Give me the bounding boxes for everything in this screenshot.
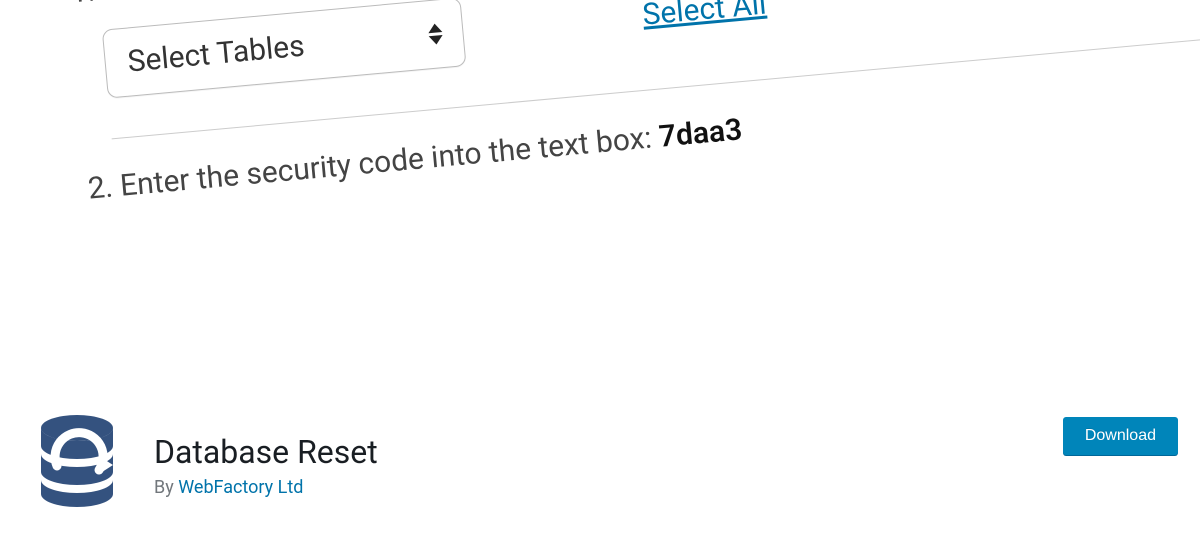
plugin-icon [22,405,132,515]
plugin-header: Database Reset By WebFactory Ltd Downloa… [0,390,1200,540]
plugin-title: Database Reset [154,433,1063,471]
security-code: 7daa3 [657,112,743,154]
banner-screenshot: Database Reset 1. Select the database ta… [0,0,1200,390]
tables-select-placeholder: Select Tables [126,29,306,80]
tables-select[interactable]: Select Tables [102,0,467,99]
plugin-byline: By WebFactory Ltd [154,477,1063,498]
byline-prefix: By [154,477,178,498]
download-button[interactable]: Download [1063,417,1178,455]
banner-content: Database Reset 1. Select the database ta… [60,0,1200,229]
select-row: Select Tables Select All [102,0,1200,99]
database-reset-icon [27,410,127,510]
select-caret-icon [425,20,445,48]
select-all-link[interactable]: Select All [641,0,768,33]
author-link[interactable]: WebFactory Ltd [178,477,303,498]
plugin-meta: Database Reset By WebFactory Ltd [154,433,1063,498]
